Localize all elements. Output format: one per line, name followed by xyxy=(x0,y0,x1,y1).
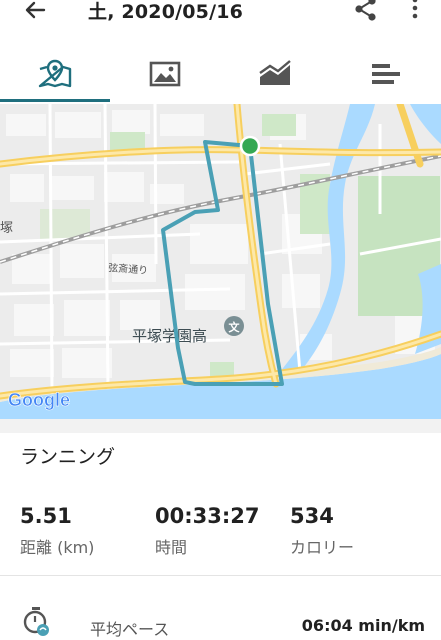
more-vert-icon[interactable] xyxy=(404,0,426,24)
bars-icon xyxy=(372,64,400,84)
back-arrow-icon[interactable] xyxy=(20,0,50,26)
map-label-school: 平塚学園高 xyxy=(132,327,207,345)
stats-divider xyxy=(0,575,441,576)
duration-value: 00:33:27 xyxy=(155,504,260,528)
stat-duration: 00:33:27 時間 xyxy=(155,504,259,558)
start-marker xyxy=(239,135,261,157)
pace-label: 平均ペース xyxy=(90,620,170,639)
duration-label: 時間 xyxy=(155,538,188,557)
stat-calories: 534 カロリー xyxy=(290,504,354,558)
tab-charts[interactable] xyxy=(220,44,330,102)
share-icon[interactable] xyxy=(352,0,380,24)
map-pin-icon xyxy=(38,59,72,88)
svg-text:文: 文 xyxy=(229,320,241,334)
pace-value: 06:04 min/km xyxy=(301,616,425,635)
stopwatch-icon xyxy=(22,606,50,636)
distance-value: 5.51 xyxy=(20,504,72,528)
stat-distance: 5.51 距離 (km) xyxy=(20,504,94,558)
tab-photos[interactable] xyxy=(110,44,220,102)
calories-value: 534 xyxy=(290,504,334,528)
calories-label: カロリー xyxy=(290,538,355,557)
route-map[interactable]: 文 平塚学園高 弦斎通り 塚 Google xyxy=(0,104,441,419)
google-logo: Google xyxy=(8,390,70,410)
tab-map[interactable] xyxy=(0,44,110,102)
section-divider xyxy=(0,419,441,433)
map-label-left: 塚 xyxy=(0,221,13,236)
distance-label: 距離 (km) xyxy=(20,538,95,557)
tab-laps[interactable] xyxy=(330,44,440,102)
top-app-bar: 土, 2020/05/16 xyxy=(0,0,441,34)
tab-bar xyxy=(0,44,441,102)
area-chart-icon xyxy=(259,60,291,85)
activity-type: ランニング xyxy=(20,446,116,468)
page-title: 土, 2020/05/16 xyxy=(88,1,244,23)
image-icon xyxy=(149,61,181,87)
